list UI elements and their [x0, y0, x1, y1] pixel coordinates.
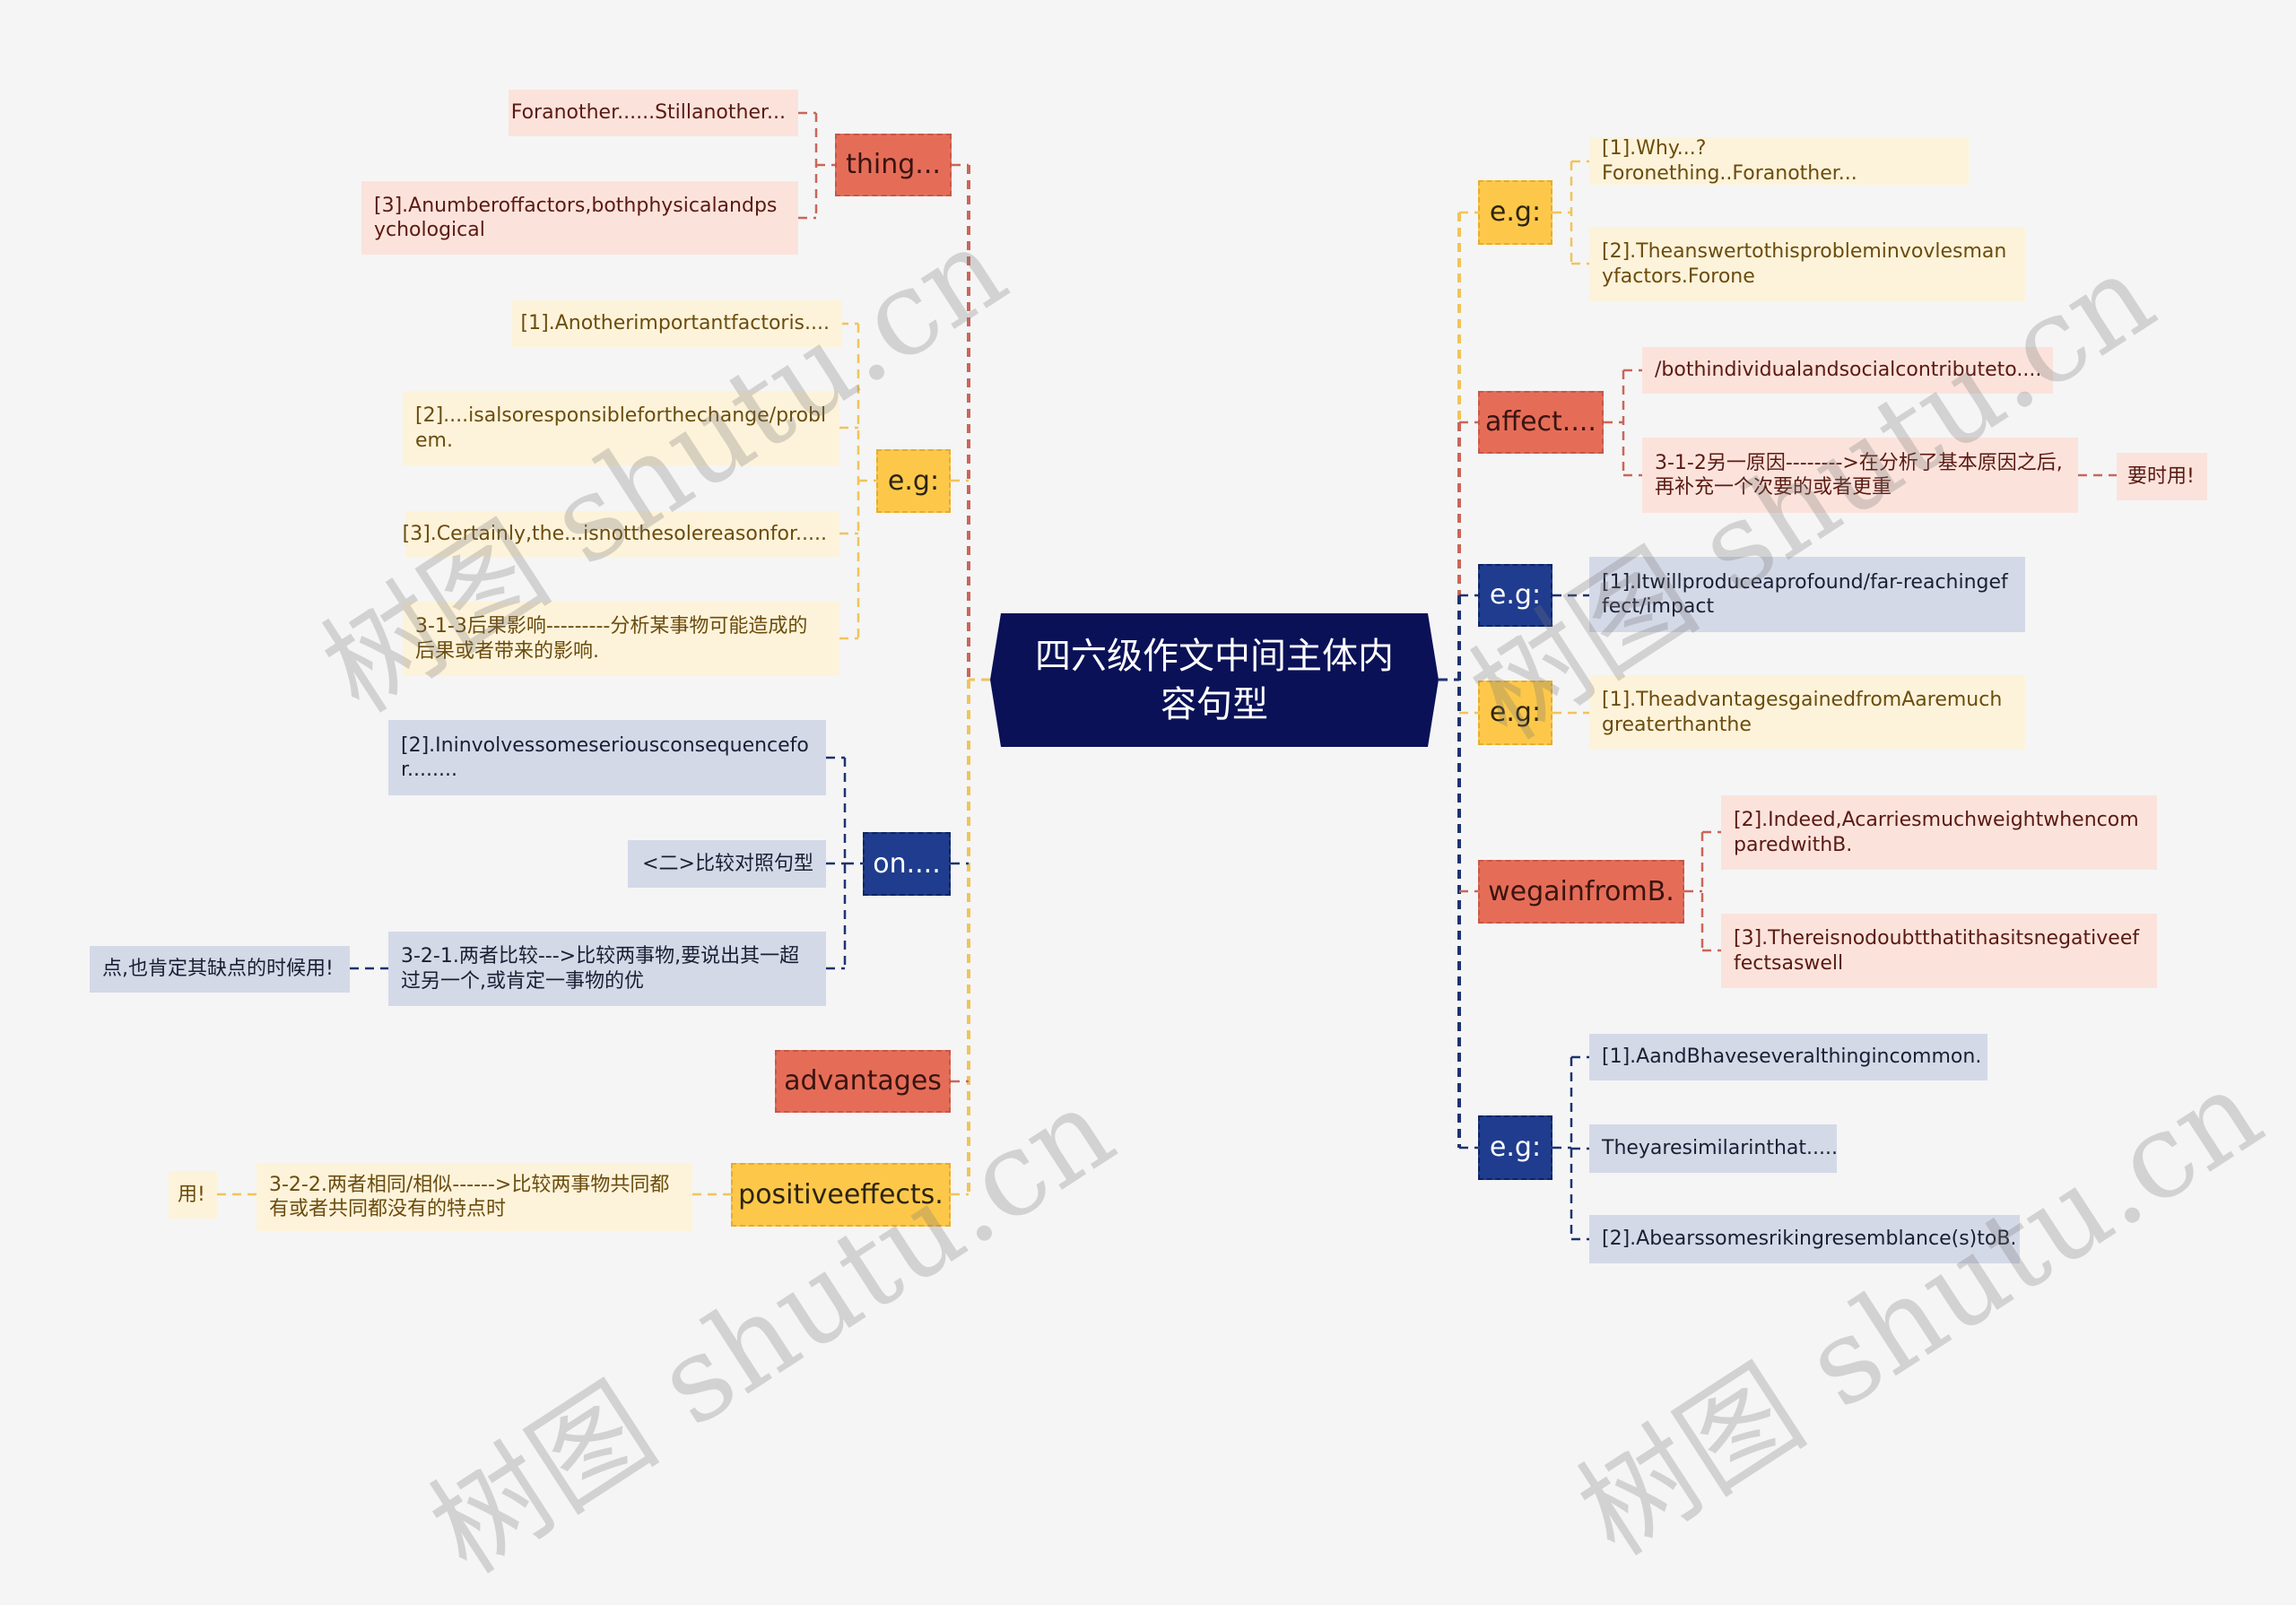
branch-eg-right-2[interactable]: e.g:	[1478, 564, 1552, 627]
leaf-individual-social[interactable]: /bothindividualandsocialcontributeto....	[1642, 347, 2053, 394]
leaf-3-2-1[interactable]: 3-2-1.两者比较--->比较两事物,要说出其一超过另一个,或肯定一事物的优	[388, 932, 826, 1006]
leaf-a-and-b-common[interactable]: [1].AandBhaveseveralthingincommon.	[1589, 1034, 1987, 1080]
branch-affect[interactable]: affect....	[1478, 391, 1604, 454]
leaf-3-1-2-note[interactable]: 要时用!	[2117, 453, 2207, 500]
leaf-negative-effects[interactable]: [3].Thereisnodoubtthatithasitsnegativeef…	[1721, 914, 2157, 988]
leaf-3-2-1-note[interactable]: 点,也肯定其缺点的时候用!	[90, 946, 350, 993]
leaf-for-another[interactable]: Foranother......Stillanother...	[509, 90, 798, 136]
branch-eg-right-4[interactable]: e.g:	[1478, 1115, 1552, 1180]
leaf-number-of-factors[interactable]: [3].Anumberoffactors,bothphysicalandpsyc…	[361, 181, 798, 255]
branch-advantages[interactable]: advantages	[775, 1050, 951, 1113]
leaf-comparison-pattern[interactable]: <二>比较对照句型	[628, 840, 826, 888]
leaf-advantages-gained[interactable]: [1].TheadvantagesgainedfromAaremuchgreat…	[1589, 675, 2025, 750]
leaf-answer-involves[interactable]: [2].Theanswertothisprobleminvovlesmanyfa…	[1589, 227, 2025, 301]
leaf-why-for-one-thing[interactable]: [1].Why...?Foronething..Foranother...	[1589, 137, 1969, 185]
leaf-also-responsible[interactable]: [2]....isalsoresponsibleforthechange/pro…	[403, 391, 839, 465]
leaf-striking-resemblance[interactable]: [2].Abearssomesrikingresemblance(s)toB.	[1589, 1215, 2020, 1263]
leaf-certainly[interactable]: [3].Certainly,the...isnotthesolereasonfo…	[403, 511, 839, 557]
leaf-3-2-2[interactable]: 3-2-2.两者相同/相似------>比较两事物共同都有或者共同都没有的特点时	[257, 1163, 692, 1231]
leaf-involves-consequence[interactable]: [2].Ininvolvessomeseriousconsequencefor.…	[388, 720, 826, 795]
central-topic-label: 四六级作文中间主体内容句型	[1035, 635, 1394, 725]
leaf-3-1-2[interactable]: 3-1-2另一原因-------->在分析了基本原因之后,再补充一个次要的或者更…	[1642, 438, 2078, 513]
branch-thing[interactable]: thing...	[835, 134, 952, 196]
central-topic[interactable]: 四六级作文中间主体内容句型	[990, 613, 1439, 747]
leaf-3-2-2-note[interactable]: 用!	[169, 1171, 217, 1219]
branch-eg-right-3[interactable]: e.g:	[1478, 681, 1552, 745]
leaf-similar-in-that[interactable]: Theyaresimilarinthat.....	[1589, 1124, 1838, 1173]
branch-positive-effects[interactable]: positiveeffects.	[731, 1163, 951, 1227]
branch-on[interactable]: on....	[863, 832, 951, 896]
leaf-profound-effect[interactable]: [1].Itwillproduceaprofound/far-reachinge…	[1589, 557, 2025, 632]
leaf-another-important-factor[interactable]: [1].Anotherimportantfactoris....	[512, 300, 842, 347]
leaf-indeed-a-carries[interactable]: [2].Indeed,Acarriesmuchweightwhencompare…	[1721, 795, 2157, 870]
branch-eg-right-1[interactable]: e.g:	[1478, 180, 1552, 245]
branch-eg-left[interactable]: e.g:	[876, 449, 951, 513]
branch-we-gain-from-b[interactable]: wegainfromB.	[1478, 860, 1684, 924]
leaf-3-1-3[interactable]: 3-1-3后果影响---------分析某事物可能造成的后果或者带来的影响.	[403, 602, 839, 676]
